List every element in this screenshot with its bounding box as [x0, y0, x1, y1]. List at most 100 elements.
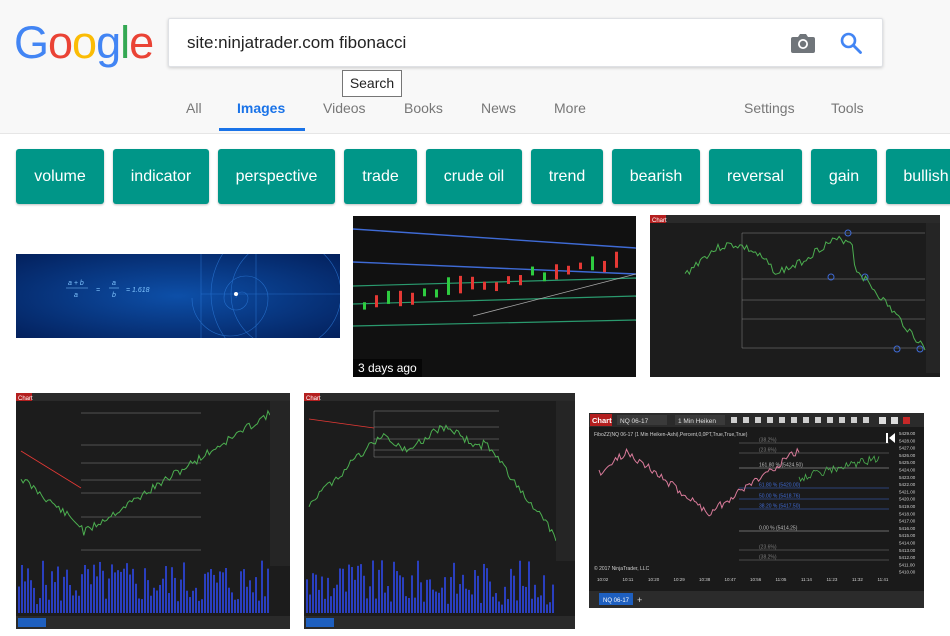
copyright-label: © 2017 NinjaTrader, LLC [594, 565, 650, 572]
tab-news[interactable]: News [481, 100, 516, 116]
tab-all[interactable]: All [186, 100, 202, 116]
volume-bar [534, 584, 536, 613]
volume-bar [24, 581, 26, 613]
volume-bar [174, 577, 176, 613]
volume-bar [528, 561, 530, 613]
camera-icon[interactable] [790, 32, 816, 54]
volume-bar [30, 580, 32, 613]
search-tooltip: Search [342, 70, 402, 97]
volume-bar [210, 569, 212, 613]
candle [507, 276, 510, 284]
fib-level-label: 50.00 % (5418.76) [759, 494, 800, 500]
volume-bar [411, 575, 413, 613]
volume-bar [105, 598, 107, 613]
period-label: 1 Min Heiken [678, 418, 716, 425]
tab-more[interactable]: More [554, 100, 586, 116]
volume-bar [438, 592, 440, 613]
instrument-label: NQ 06-17 [620, 418, 649, 425]
tab-videos[interactable]: Videos [323, 100, 366, 116]
chip-trend[interactable]: trend [531, 149, 603, 204]
volume-bar [57, 566, 59, 613]
ninjatrader-fibonacci-chart: Chart NQ 06-17 1 Min Heiken FiboZZ(NQ 06… [589, 413, 924, 608]
image-result-4[interactable]: Chart [16, 393, 290, 629]
volume-bar [483, 563, 485, 613]
volume-bar [48, 599, 50, 613]
volume-bar [84, 564, 86, 613]
volume-bar [399, 575, 401, 613]
volume-bar [21, 564, 23, 613]
volume-bar [372, 560, 374, 613]
image-result-2[interactable]: 3 days ago [353, 216, 636, 377]
image-result-6[interactable]: Chart NQ 06-17 1 Min Heiken FiboZZ(NQ 06… [589, 413, 924, 608]
volume-bar [147, 580, 149, 613]
volume-bar [354, 579, 356, 613]
chip-indicator[interactable]: indicator [113, 149, 209, 204]
price-axis-label: 5428.00 [899, 438, 916, 443]
formula-rhs-numerator: a [112, 280, 116, 287]
svg-text:Chart: Chart [652, 218, 667, 224]
chip-trade[interactable]: trade [344, 149, 417, 204]
volume-bar [60, 600, 62, 613]
candle [615, 251, 618, 268]
volume-bar [330, 596, 332, 613]
volume-bar [165, 566, 167, 613]
tab-tools[interactable]: Tools [831, 100, 864, 116]
search-input[interactable]: site:ninjatrader.com fibonacci [187, 33, 406, 53]
volume-bar [498, 601, 500, 613]
volume-bar [393, 561, 395, 613]
price-axis-label: 5411.00 [899, 562, 915, 567]
logo-letter: g [96, 17, 121, 68]
search-icon[interactable] [839, 31, 863, 55]
tab-books[interactable]: Books [404, 100, 443, 116]
volume-bar [507, 599, 509, 613]
volume-bar [504, 586, 506, 613]
volume-bar [306, 579, 308, 613]
volume-bar [198, 600, 200, 613]
volume-bar [414, 597, 416, 613]
image-result-1[interactable]: a + b a = a b = 1.618 [16, 254, 340, 338]
time-axis-label: 10:20 [648, 577, 660, 582]
volume-bar [177, 601, 179, 613]
chip-perspective[interactable]: perspective [218, 149, 335, 204]
volume-bar [417, 560, 419, 613]
chip-reversal[interactable]: reversal [709, 149, 802, 204]
volume-bar [345, 591, 347, 613]
time-axis-label: 10:29 [674, 577, 686, 582]
time-axis-label: 10:47 [725, 577, 737, 582]
volume-bar [63, 576, 65, 613]
candle [423, 288, 426, 297]
price-axis-label: 5420.00 [899, 497, 916, 502]
volume-bar [402, 577, 404, 613]
chip-bullish[interactable]: bullish [886, 149, 950, 204]
tab-images[interactable]: Images [237, 100, 285, 116]
search-box[interactable]: site:ninjatrader.com fibonacci [168, 18, 883, 67]
time-axis-label: 10:56 [750, 577, 762, 582]
volume-bar [171, 567, 173, 613]
volume-bar [489, 581, 491, 613]
logo-letter: l [120, 17, 130, 68]
time-axis-label: 10:38 [699, 577, 711, 582]
chip-gain[interactable]: gain [811, 149, 877, 204]
volume-bar [108, 578, 110, 613]
volume-bar [267, 568, 269, 613]
volume-bar [213, 574, 215, 613]
time-axis-label: 11:05 [776, 577, 787, 582]
tab-settings[interactable]: Settings [744, 100, 795, 116]
image-result-5[interactable]: Chart [304, 393, 575, 629]
volume-bar [444, 577, 446, 613]
volume-bar [90, 584, 92, 613]
volume-bar [186, 590, 188, 613]
fib-level-label: (38.2%) [759, 438, 777, 444]
volume-bar [87, 569, 89, 613]
image-result-3[interactable]: Chart [650, 215, 940, 377]
volume-bar [450, 577, 452, 613]
chip-volume[interactable]: volume [16, 149, 104, 204]
volume-bar [93, 564, 95, 613]
chip-bearish[interactable]: bearish [612, 149, 700, 204]
price-axis-label: 5429.00 [899, 431, 916, 436]
google-logo[interactable]: Google [14, 17, 154, 68]
volume-bar [255, 577, 257, 613]
chip-crude-oil[interactable]: crude oil [426, 149, 522, 204]
volume-bar [225, 568, 227, 613]
volume-bar [465, 588, 467, 613]
